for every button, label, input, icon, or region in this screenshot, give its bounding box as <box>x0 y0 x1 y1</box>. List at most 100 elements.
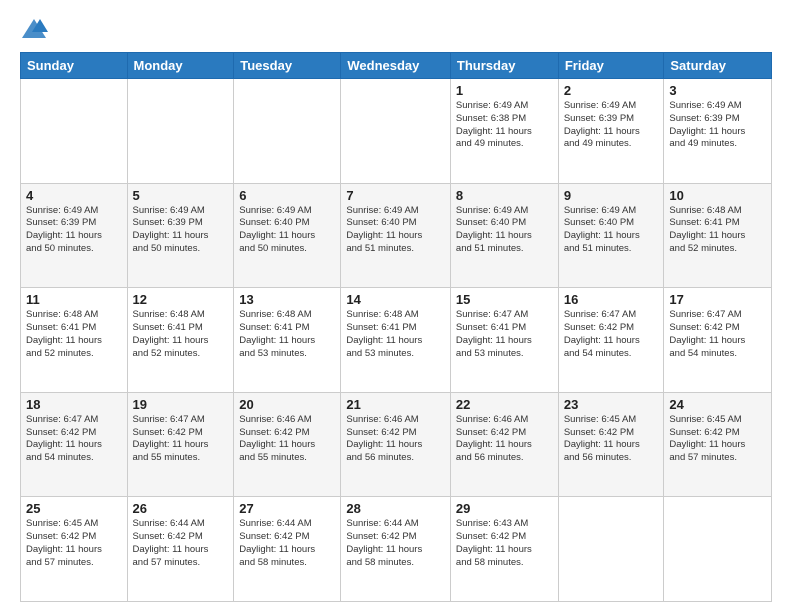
calendar-table: SundayMondayTuesdayWednesdayThursdayFrid… <box>20 52 772 602</box>
day-info: Sunrise: 6:47 AM Sunset: 6:42 PM Dayligh… <box>669 309 766 360</box>
calendar-cell: 15 Sunrise: 6:47 AM Sunset: 6:41 PM Dayli… <box>450 288 558 393</box>
day-info: Sunrise: 6:49 AM Sunset: 6:40 PM Dayligh… <box>239 205 335 256</box>
day-number: 19 <box>133 397 229 412</box>
day-info: Sunrise: 6:45 AM Sunset: 6:42 PM Dayligh… <box>564 414 659 465</box>
day-info: Sunrise: 6:46 AM Sunset: 6:42 PM Dayligh… <box>239 414 335 465</box>
day-number: 1 <box>456 83 553 98</box>
calendar-cell <box>558 497 664 602</box>
day-info: Sunrise: 6:47 AM Sunset: 6:42 PM Dayligh… <box>133 414 229 465</box>
day-info: Sunrise: 6:48 AM Sunset: 6:41 PM Dayligh… <box>239 309 335 360</box>
weekday-header: Sunday <box>21 53 128 79</box>
day-info: Sunrise: 6:48 AM Sunset: 6:41 PM Dayligh… <box>133 309 229 360</box>
calendar-cell: 28 Sunrise: 6:44 AM Sunset: 6:42 PM Dayli… <box>341 497 451 602</box>
calendar-cell: 23 Sunrise: 6:45 AM Sunset: 6:42 PM Dayli… <box>558 392 664 497</box>
day-number: 15 <box>456 292 553 307</box>
calendar-header-row: SundayMondayTuesdayWednesdayThursdayFrid… <box>21 53 772 79</box>
day-info: Sunrise: 6:47 AM Sunset: 6:41 PM Dayligh… <box>456 309 553 360</box>
day-number: 24 <box>669 397 766 412</box>
calendar-cell: 24 Sunrise: 6:45 AM Sunset: 6:42 PM Dayli… <box>664 392 772 497</box>
calendar-cell: 2Sunrise: 6:49 AM Sunset: 6:39 PM Daylig… <box>558 79 664 184</box>
day-number: 16 <box>564 292 659 307</box>
calendar-cell: 26 Sunrise: 6:44 AM Sunset: 6:42 PM Dayli… <box>127 497 234 602</box>
day-number: 14 <box>346 292 445 307</box>
weekday-header: Saturday <box>664 53 772 79</box>
day-info: Sunrise: 6:49 AM Sunset: 6:39 PM Dayligh… <box>564 100 659 151</box>
day-number: 3 <box>669 83 766 98</box>
day-number: 13 <box>239 292 335 307</box>
calendar-cell <box>341 79 451 184</box>
calendar-cell: 6 Sunrise: 6:49 AM Sunset: 6:40 PM Daylig… <box>234 183 341 288</box>
day-number: 22 <box>456 397 553 412</box>
weekday-header: Wednesday <box>341 53 451 79</box>
day-number: 21 <box>346 397 445 412</box>
day-number: 10 <box>669 188 766 203</box>
calendar-week-row: 11 Sunrise: 6:48 AM Sunset: 6:41 PM Dayli… <box>21 288 772 393</box>
calendar-cell: 9 Sunrise: 6:49 AM Sunset: 6:40 PM Daylig… <box>558 183 664 288</box>
calendar-cell: 7Sunrise: 6:49 AM Sunset: 6:40 PM Daylig… <box>341 183 451 288</box>
calendar-cell: 27 Sunrise: 6:44 AM Sunset: 6:42 PM Dayli… <box>234 497 341 602</box>
calendar-cell: 4Sunrise: 6:49 AM Sunset: 6:39 PM Daylig… <box>21 183 128 288</box>
calendar-week-row: 25 Sunrise: 6:45 AM Sunset: 6:42 PM Dayli… <box>21 497 772 602</box>
calendar-cell: 3 Sunrise: 6:49 AM Sunset: 6:39 PM Daylig… <box>664 79 772 184</box>
day-number: 5 <box>133 188 229 203</box>
day-number: 6 <box>239 188 335 203</box>
day-info: Sunrise: 6:44 AM Sunset: 6:42 PM Dayligh… <box>239 518 335 569</box>
calendar-cell: 16 Sunrise: 6:47 AM Sunset: 6:42 PM Dayli… <box>558 288 664 393</box>
day-info: Sunrise: 6:49 AM Sunset: 6:40 PM Dayligh… <box>456 205 553 256</box>
calendar-week-row: 18 Sunrise: 6:47 AM Sunset: 6:42 PM Dayli… <box>21 392 772 497</box>
day-info: Sunrise: 6:48 AM Sunset: 6:41 PM Dayligh… <box>346 309 445 360</box>
calendar-week-row: 1Sunrise: 6:49 AM Sunset: 6:38 PM Daylig… <box>21 79 772 184</box>
day-number: 8 <box>456 188 553 203</box>
calendar-cell: 20Sunrise: 6:46 AM Sunset: 6:42 PM Dayli… <box>234 392 341 497</box>
calendar-cell <box>234 79 341 184</box>
page: SundayMondayTuesdayWednesdayThursdayFrid… <box>0 0 792 612</box>
day-number: 27 <box>239 501 335 516</box>
day-number: 12 <box>133 292 229 307</box>
day-info: Sunrise: 6:46 AM Sunset: 6:42 PM Dayligh… <box>346 414 445 465</box>
day-info: Sunrise: 6:46 AM Sunset: 6:42 PM Dayligh… <box>456 414 553 465</box>
calendar-cell: 18Sunrise: 6:47 AM Sunset: 6:42 PM Dayli… <box>21 392 128 497</box>
day-info: Sunrise: 6:49 AM Sunset: 6:39 PM Dayligh… <box>26 205 122 256</box>
day-number: 17 <box>669 292 766 307</box>
calendar-cell: 11Sunrise: 6:48 AM Sunset: 6:41 PM Dayli… <box>21 288 128 393</box>
calendar-cell: 17 Sunrise: 6:47 AM Sunset: 6:42 PM Dayli… <box>664 288 772 393</box>
day-info: Sunrise: 6:48 AM Sunset: 6:41 PM Dayligh… <box>669 205 766 256</box>
day-info: Sunrise: 6:45 AM Sunset: 6:42 PM Dayligh… <box>669 414 766 465</box>
header <box>20 16 772 44</box>
day-info: Sunrise: 6:44 AM Sunset: 6:42 PM Dayligh… <box>346 518 445 569</box>
calendar-cell: 1Sunrise: 6:49 AM Sunset: 6:38 PM Daylig… <box>450 79 558 184</box>
calendar-cell: 13 Sunrise: 6:48 AM Sunset: 6:41 PM Dayli… <box>234 288 341 393</box>
day-number: 29 <box>456 501 553 516</box>
day-number: 18 <box>26 397 122 412</box>
calendar-cell <box>127 79 234 184</box>
day-info: Sunrise: 6:44 AM Sunset: 6:42 PM Dayligh… <box>133 518 229 569</box>
calendar-cell: 25 Sunrise: 6:45 AM Sunset: 6:42 PM Dayli… <box>21 497 128 602</box>
calendar-cell: 8 Sunrise: 6:49 AM Sunset: 6:40 PM Daylig… <box>450 183 558 288</box>
day-info: Sunrise: 6:43 AM Sunset: 6:42 PM Dayligh… <box>456 518 553 569</box>
day-number: 26 <box>133 501 229 516</box>
calendar-cell: 21 Sunrise: 6:46 AM Sunset: 6:42 PM Dayli… <box>341 392 451 497</box>
calendar-cell <box>664 497 772 602</box>
day-number: 23 <box>564 397 659 412</box>
day-number: 11 <box>26 292 122 307</box>
calendar-cell: 19 Sunrise: 6:47 AM Sunset: 6:42 PM Dayli… <box>127 392 234 497</box>
day-number: 7 <box>346 188 445 203</box>
calendar-cell <box>21 79 128 184</box>
weekday-header: Tuesday <box>234 53 341 79</box>
day-info: Sunrise: 6:49 AM Sunset: 6:39 PM Dayligh… <box>133 205 229 256</box>
day-info: Sunrise: 6:49 AM Sunset: 6:39 PM Dayligh… <box>669 100 766 151</box>
weekday-header: Friday <box>558 53 664 79</box>
calendar-cell: 12 Sunrise: 6:48 AM Sunset: 6:41 PM Dayli… <box>127 288 234 393</box>
logo <box>20 16 52 44</box>
day-info: Sunrise: 6:45 AM Sunset: 6:42 PM Dayligh… <box>26 518 122 569</box>
calendar-cell: 29 Sunrise: 6:43 AM Sunset: 6:42 PM Dayli… <box>450 497 558 602</box>
weekday-header: Thursday <box>450 53 558 79</box>
calendar-cell: 5 Sunrise: 6:49 AM Sunset: 6:39 PM Daylig… <box>127 183 234 288</box>
day-info: Sunrise: 6:47 AM Sunset: 6:42 PM Dayligh… <box>564 309 659 360</box>
day-number: 28 <box>346 501 445 516</box>
day-number: 25 <box>26 501 122 516</box>
weekday-header: Monday <box>127 53 234 79</box>
day-info: Sunrise: 6:49 AM Sunset: 6:40 PM Dayligh… <box>564 205 659 256</box>
day-number: 9 <box>564 188 659 203</box>
calendar-cell: 22 Sunrise: 6:46 AM Sunset: 6:42 PM Dayli… <box>450 392 558 497</box>
